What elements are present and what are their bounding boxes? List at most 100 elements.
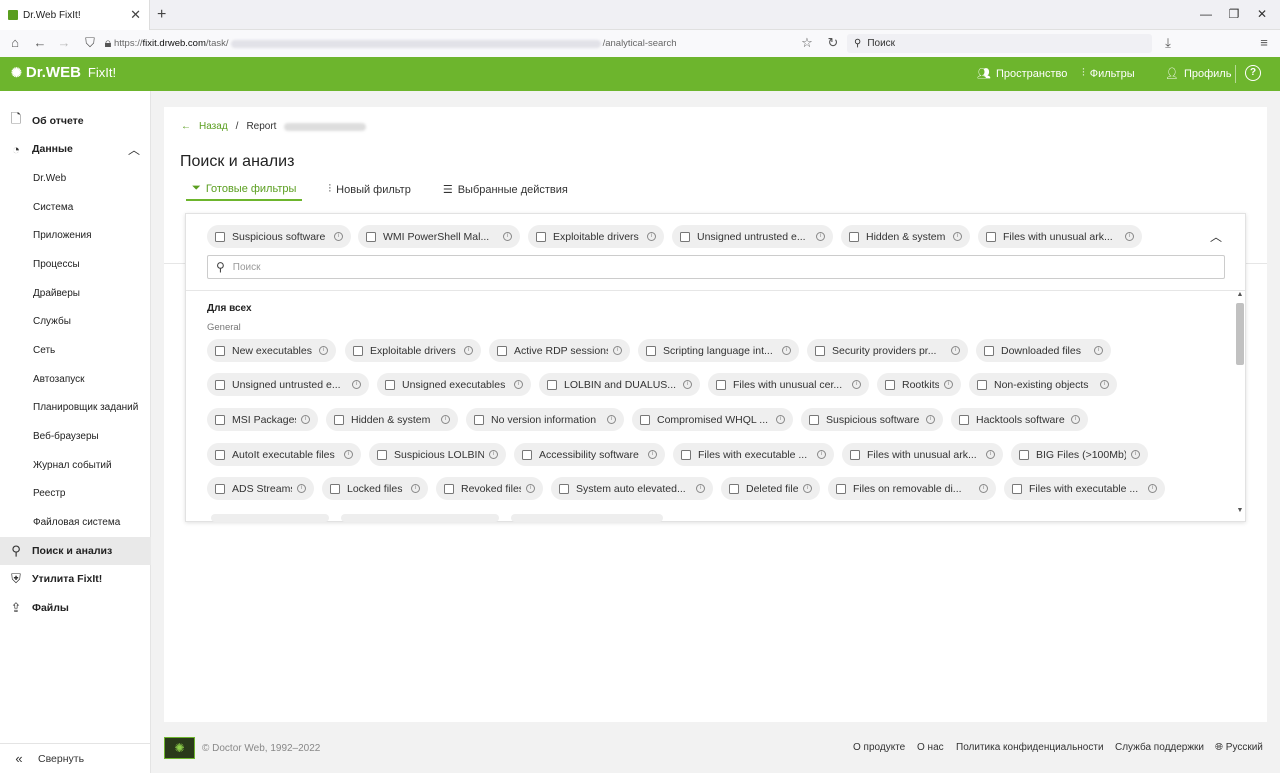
- info-icon[interactable]: i: [852, 380, 861, 389]
- filter-checkbox[interactable]: [646, 345, 656, 356]
- selected-filter-chip[interactable]: Exploitable drivers i: [528, 225, 664, 248]
- info-icon[interactable]: i: [986, 450, 995, 459]
- sidebar-item-scheduler[interactable]: Планировщик заданий: [0, 393, 151, 421]
- filter-checkbox[interactable]: [815, 345, 825, 356]
- filters-button[interactable]: ⫶ Фильтры: [1082, 67, 1135, 80]
- scroll-up-icon[interactable]: ▲: [1235, 291, 1245, 298]
- filter-checkbox[interactable]: [385, 379, 395, 390]
- browser-tab[interactable]: Dr.Web FixIt! ✕: [0, 0, 150, 30]
- filter-chip[interactable]: Files with unusual cer... i: [708, 373, 869, 396]
- info-icon[interactable]: i: [1125, 232, 1134, 241]
- restore-icon[interactable]: ❐: [1224, 7, 1244, 21]
- collapse-sidebar-button[interactable]: « Свернуть: [0, 743, 151, 773]
- filter-chip[interactable]: Exploitable drivers i: [345, 339, 481, 362]
- sidebar-item-drweb[interactable]: Dr.Web: [0, 164, 151, 192]
- filter-checkbox[interactable]: [215, 345, 225, 356]
- selected-filter-chip[interactable]: Unsigned untrusted e... i: [672, 225, 833, 248]
- sidebar-item-processes[interactable]: Процессы: [0, 250, 151, 278]
- filter-checkbox[interactable]: [809, 414, 819, 425]
- filter-chip[interactable]: Deleted files i: [721, 477, 820, 500]
- new-tab-icon[interactable]: +: [157, 6, 166, 24]
- info-icon[interactable]: i: [803, 484, 812, 493]
- filter-chip[interactable]: BIG Files (>100Mb) i: [1011, 443, 1148, 466]
- info-icon[interactable]: i: [489, 450, 498, 459]
- filter-checkbox[interactable]: [885, 379, 895, 390]
- info-icon[interactable]: i: [944, 380, 953, 389]
- filter-chip[interactable]: Compromised WHQL ... i: [632, 408, 793, 431]
- tab-selected-actions[interactable]: ☰ Выбранные действия: [437, 178, 574, 201]
- info-icon[interactable]: i: [464, 346, 473, 355]
- filter-checkbox[interactable]: [959, 414, 969, 425]
- selected-filter-chip[interactable]: Hidden & system i: [841, 225, 970, 248]
- filter-checkbox[interactable]: [334, 414, 344, 425]
- panel-scrollbar[interactable]: ▲ ▼: [1235, 291, 1245, 519]
- filter-chip[interactable]: Accessibility software i: [514, 443, 665, 466]
- home-icon[interactable]: ⌂: [7, 35, 23, 50]
- filter-chip[interactable]: Unsigned executables i: [377, 373, 531, 396]
- filter-checkbox[interactable]: [559, 483, 569, 494]
- filter-chip[interactable]: Revoked files i: [436, 477, 543, 500]
- info-icon[interactable]: i: [526, 484, 535, 493]
- filter-chip[interactable]: Active RDP sessions i: [489, 339, 630, 362]
- info-icon[interactable]: i: [953, 232, 962, 241]
- info-icon[interactable]: i: [817, 450, 826, 459]
- filter-checkbox[interactable]: [984, 345, 994, 356]
- filter-chip[interactable]: Files on removable di... i: [828, 477, 996, 500]
- info-icon[interactable]: i: [503, 232, 512, 241]
- filter-checkbox[interactable]: [836, 483, 846, 494]
- info-icon[interactable]: i: [696, 484, 705, 493]
- filter-checkbox[interactable]: [215, 449, 225, 460]
- filter-chip[interactable]: No version information i: [466, 408, 624, 431]
- sidebar-item-autorun[interactable]: Автозапуск: [0, 365, 151, 393]
- sidebar-item-utility[interactable]: ⛨ Утилита FixIt!: [0, 565, 151, 593]
- about-product-link[interactable]: О продукте: [853, 742, 905, 753]
- close-tab-icon[interactable]: ✕: [130, 7, 141, 23]
- sidebar-item-browsers[interactable]: Веб-браузеры: [0, 422, 151, 450]
- workspace-button[interactable]: 👥︎ Пространство: [977, 67, 1067, 81]
- sidebar-item-system[interactable]: Система: [0, 193, 151, 221]
- filter-chip[interactable]: Hacktools software i: [951, 408, 1088, 431]
- filter-chip[interactable]: Locked files i: [322, 477, 428, 500]
- sidebar-item-event-log[interactable]: Журнал событий: [0, 451, 151, 479]
- scroll-thumb[interactable]: [1236, 303, 1244, 365]
- filter-checkbox[interactable]: [215, 414, 225, 425]
- filter-chip[interactable]: Suspicious software i: [801, 408, 943, 431]
- sidebar-item-drivers[interactable]: Драйверы: [0, 279, 151, 307]
- scroll-down-icon[interactable]: ▼: [1235, 507, 1245, 514]
- forward-icon[interactable]: →: [56, 35, 72, 50]
- tab-ready-filters[interactable]: ⏷ Готовые фильтры: [186, 178, 303, 201]
- info-icon[interactable]: i: [352, 380, 361, 389]
- filter-checkbox[interactable]: [547, 379, 557, 390]
- info-icon[interactable]: i: [514, 380, 523, 389]
- info-icon[interactable]: i: [926, 415, 935, 424]
- filter-checkbox[interactable]: [850, 449, 860, 460]
- filter-checkbox[interactable]: [366, 231, 376, 242]
- info-icon[interactable]: i: [648, 450, 657, 459]
- filter-checkbox[interactable]: [444, 483, 454, 494]
- info-icon[interactable]: i: [344, 450, 353, 459]
- filter-chip[interactable]: System auto elevated... i: [551, 477, 713, 500]
- about-us-link[interactable]: О нас: [917, 742, 944, 753]
- filter-checkbox[interactable]: [497, 345, 507, 356]
- info-icon[interactable]: i: [951, 346, 960, 355]
- filter-chip[interactable]: Suspicious LOLBIN i: [369, 443, 506, 466]
- privacy-link[interactable]: Политика конфиденциальности: [956, 742, 1104, 753]
- filter-checkbox[interactable]: [977, 379, 987, 390]
- info-icon[interactable]: i: [1131, 450, 1140, 459]
- filter-chip[interactable]: Non-existing objects i: [969, 373, 1117, 396]
- filter-checkbox[interactable]: [522, 449, 532, 460]
- info-icon[interactable]: i: [301, 415, 310, 424]
- browser-search-box[interactable]: ⚲ Поиск: [847, 34, 1152, 53]
- profile-button[interactable]: 👤︎ Профиль: [1165, 67, 1231, 81]
- language-selector[interactable]: 🌐︎ Русский: [1215, 742, 1263, 753]
- download-icon[interactable]: ⤓: [1160, 35, 1176, 51]
- filter-chip[interactable]: Unsigned untrusted e... i: [207, 373, 369, 396]
- filter-checkbox[interactable]: [353, 345, 363, 356]
- info-icon[interactable]: i: [979, 484, 988, 493]
- sidebar-item-applications[interactable]: Приложения: [0, 221, 151, 249]
- filter-chip[interactable]: New executables i: [207, 339, 336, 362]
- filter-chip[interactable]: MSI Packages i: [207, 408, 318, 431]
- support-link[interactable]: Служба поддержки: [1115, 742, 1204, 753]
- info-icon[interactable]: i: [1148, 484, 1157, 493]
- sidebar-item-filesystem[interactable]: Файловая система: [0, 508, 151, 536]
